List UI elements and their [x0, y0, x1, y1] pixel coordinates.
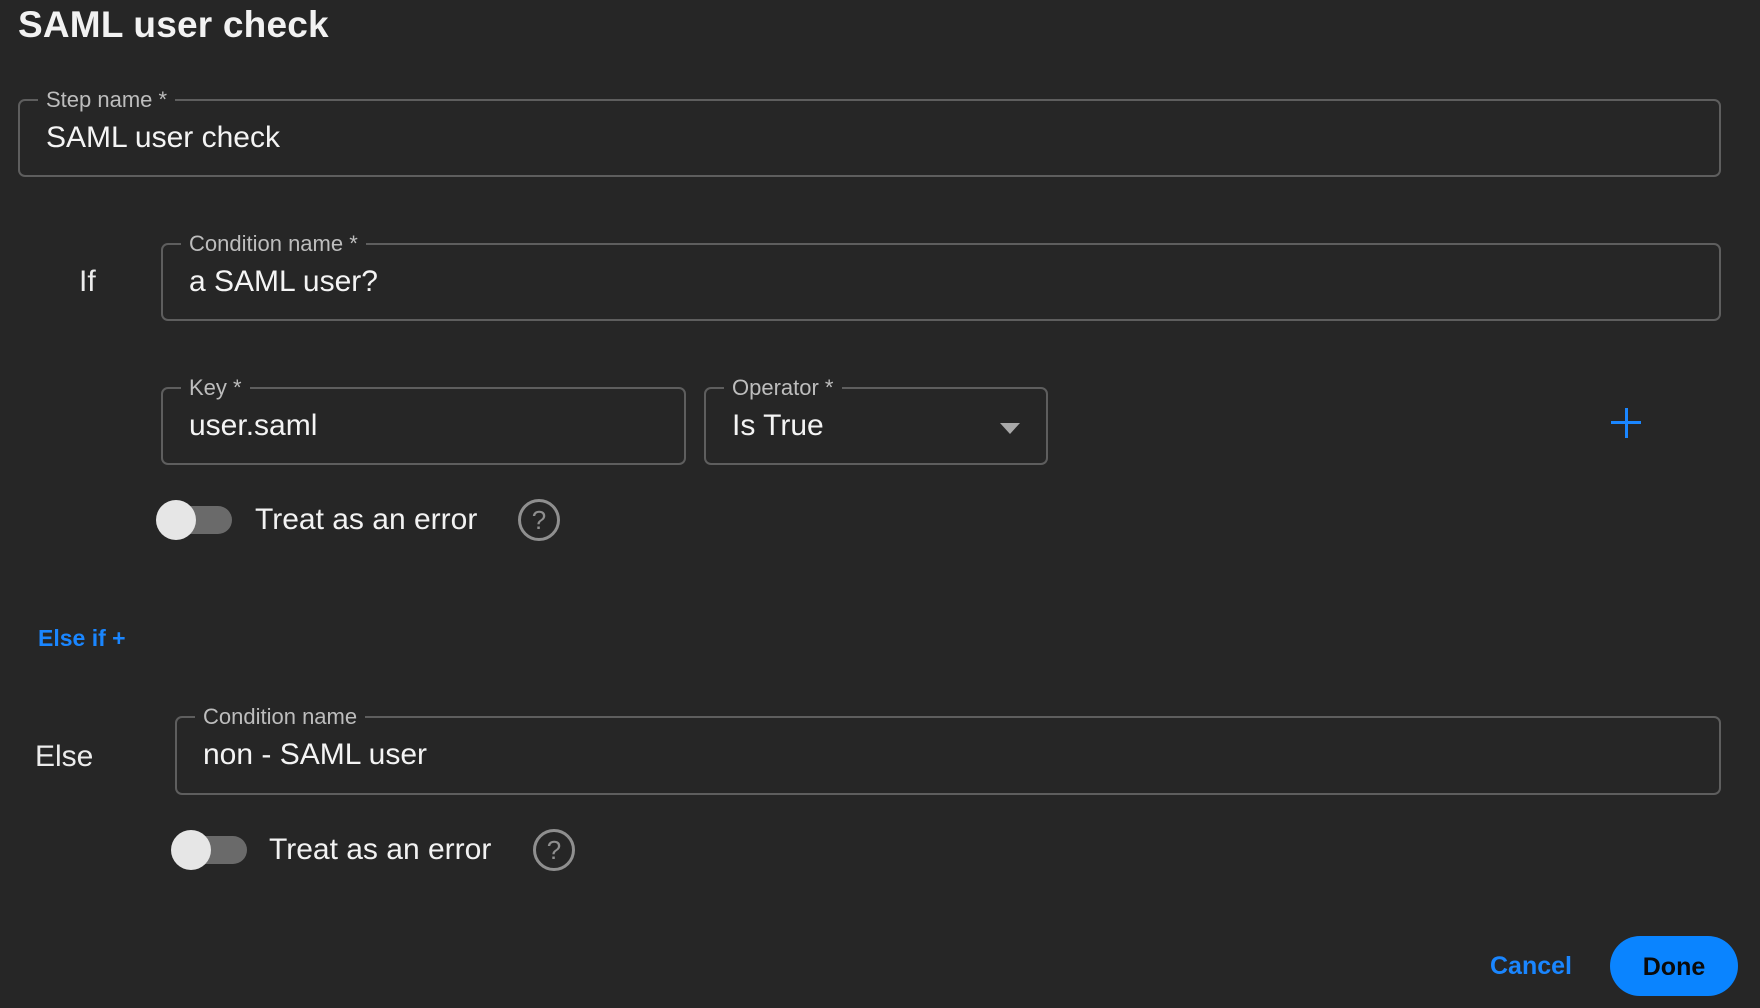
toggle-thumb [171, 830, 211, 870]
step-name-input[interactable] [46, 119, 1576, 157]
chevron-down-icon[interactable] [1000, 423, 1020, 434]
else-condition-name-input[interactable] [203, 736, 1591, 774]
step-name-label: Step name * [38, 87, 176, 113]
plus-icon[interactable] [1611, 408, 1641, 438]
if-treat-as-error-toggle[interactable] [156, 499, 232, 541]
done-button[interactable]: Done [1610, 936, 1738, 996]
toggle-thumb [156, 500, 196, 540]
cancel-button[interactable]: Cancel [1490, 952, 1572, 981]
operator-select[interactable]: Operator * Is True [704, 375, 1048, 465]
if-condition-name-label: Condition name * [181, 231, 366, 257]
if-condition-name-field[interactable]: Condition name * [161, 231, 1721, 321]
help-circle-icon[interactable]: ? [518, 499, 560, 541]
else-label: Else [35, 740, 94, 773]
else-treat-as-error-toggle[interactable] [171, 829, 247, 871]
else-treat-as-error-label: Treat as an error [269, 833, 492, 866]
key-input[interactable] [189, 407, 658, 445]
else-condition-name-label: Condition name [195, 704, 366, 730]
operator-value: Is True [732, 409, 824, 442]
if-treat-as-error-label: Treat as an error [255, 503, 478, 536]
if-label: If [79, 265, 96, 298]
else-if-add-link[interactable]: Else if + [38, 625, 126, 652]
key-label: Key * [181, 375, 250, 401]
help-circle-icon[interactable]: ? [533, 829, 575, 871]
key-field[interactable]: Key * [161, 375, 686, 465]
operator-label: Operator * [724, 375, 842, 401]
step-name-field[interactable]: Step name * [18, 87, 1721, 177]
else-condition-name-field[interactable]: Condition name [175, 704, 1721, 795]
dialog-title: SAML user check [18, 4, 329, 45]
if-condition-name-input[interactable] [189, 263, 1590, 301]
